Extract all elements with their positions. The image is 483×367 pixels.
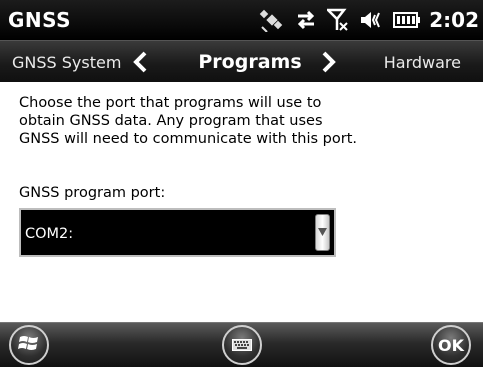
page-title: Programs [198,51,302,73]
port-select[interactable]: COM2: [19,208,336,257]
data-connection-icon[interactable] [295,9,317,31]
page-header: GNSS System Programs Hardware [0,40,483,83]
clock-time[interactable]: 2:02 [429,8,479,32]
no-signal-icon[interactable] [327,8,349,32]
gnss-satellite-icon[interactable] [259,8,285,32]
chevron-left-icon [131,51,149,77]
status-icons: 2:02 [249,6,479,34]
settings-content: Choose the port that programs will use t… [0,82,483,322]
speaker-icon[interactable] [359,9,383,31]
status-bar: GNSS 2:02 [0,0,483,40]
keyboard-button[interactable] [222,325,262,365]
softkey-bar: OK [0,322,483,367]
app-title: GNSS [8,8,72,32]
port-field-label: GNSS program port: [19,185,166,201]
port-select-value: COM2: [25,226,74,242]
start-button[interactable] [9,325,49,365]
chevron-right-icon [320,51,338,77]
next-page-label: Hardware [383,53,461,72]
prev-page-label: GNSS System [12,52,122,72]
description-text: Choose the port that programs will use t… [19,95,358,147]
battery-icon[interactable] [393,11,421,29]
ok-button[interactable]: OK [431,325,471,365]
next-page-button[interactable]: Hardware [318,41,483,83]
windows-start-icon [18,333,40,357]
dropdown-arrow-icon[interactable] [315,214,330,251]
prev-page-button[interactable]: GNSS System [0,41,165,83]
keyboard-icon [232,336,252,355]
